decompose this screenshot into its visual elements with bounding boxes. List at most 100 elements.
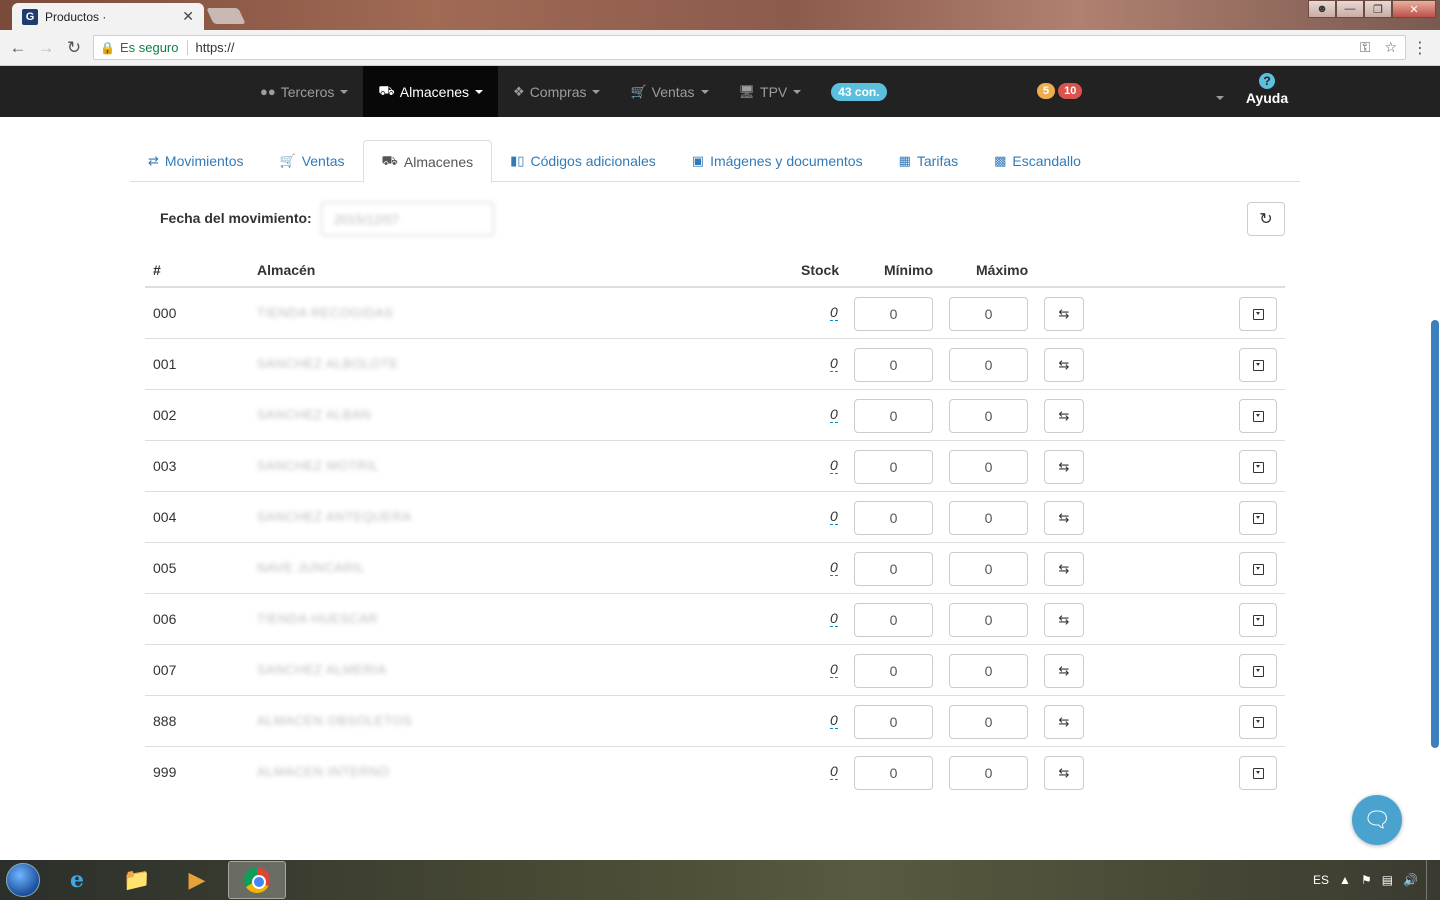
stock-value-link[interactable]: 0: [830, 763, 838, 780]
min-stock-input[interactable]: [854, 705, 933, 739]
details-button[interactable]: [1239, 297, 1277, 331]
max-stock-input[interactable]: [949, 705, 1028, 739]
max-stock-input[interactable]: [949, 603, 1028, 637]
tab-codigos-adicionales[interactable]: ▮▯ Códigos adicionales: [492, 140, 674, 182]
chat-button[interactable]: 🗨: [1352, 795, 1402, 845]
tab-ventas-label: Ventas: [301, 153, 345, 169]
stock-value-link[interactable]: 0: [830, 457, 838, 474]
max-stock-input[interactable]: [949, 501, 1028, 535]
min-stock-input[interactable]: [854, 654, 933, 688]
warning-badge[interactable]: 5: [1037, 83, 1056, 99]
nav-compras[interactable]: ❖ Compras: [498, 66, 615, 117]
taskbar-chrome[interactable]: [228, 861, 286, 899]
max-stock-input[interactable]: [949, 450, 1028, 484]
stock-value-link[interactable]: 0: [830, 508, 838, 525]
forward-arrow-icon[interactable]: →: [32, 38, 60, 58]
min-stock-input[interactable]: [854, 399, 933, 433]
danger-badge[interactable]: 10: [1058, 83, 1083, 99]
sync-stock-button[interactable]: ⇆: [1044, 552, 1084, 586]
details-button[interactable]: [1239, 603, 1277, 637]
min-stock-input[interactable]: [854, 297, 933, 331]
details-button[interactable]: [1239, 705, 1277, 739]
minimize-icon[interactable]: —: [1336, 0, 1364, 18]
nav-ventas[interactable]: 🛒 Ventas: [615, 66, 723, 117]
browser-tab[interactable]: G Productos · ✕: [12, 3, 204, 30]
page-scrollbar[interactable]: [1431, 320, 1439, 748]
sync-stock-button[interactable]: ⇆: [1044, 450, 1084, 484]
nav-tpv[interactable]: 🖥 TPV: [724, 66, 817, 117]
details-button[interactable]: [1239, 348, 1277, 382]
details-button[interactable]: [1239, 756, 1277, 790]
sync-stock-button[interactable]: ⇆: [1044, 756, 1084, 790]
volume-icon[interactable]: 🔊: [1403, 873, 1418, 887]
close-tab-icon[interactable]: ✕: [182, 8, 194, 25]
stock-value-link[interactable]: 0: [830, 661, 838, 678]
stock-value-link[interactable]: 0: [830, 355, 838, 372]
min-stock-input[interactable]: [854, 552, 933, 586]
max-stock-input[interactable]: [949, 756, 1028, 790]
tab-escandallo[interactable]: ▩ Escandallo: [976, 140, 1099, 182]
stock-value-link[interactable]: 0: [830, 559, 838, 576]
max-stock-input[interactable]: [949, 552, 1028, 586]
min-stock-input[interactable]: [854, 450, 933, 484]
restore-icon[interactable]: ❐: [1364, 0, 1392, 18]
barcode-icon: ▮▯: [510, 153, 525, 168]
close-window-icon[interactable]: ✕: [1392, 0, 1436, 18]
min-stock-input[interactable]: [854, 501, 933, 535]
sync-stock-button[interactable]: ⇆: [1044, 399, 1084, 433]
show-desktop-button[interactable]: [1426, 860, 1440, 900]
min-stock-input[interactable]: [854, 756, 933, 790]
taskbar-ie[interactable]: e: [48, 861, 106, 899]
details-button[interactable]: [1239, 450, 1277, 484]
min-stock-input[interactable]: [854, 603, 933, 637]
sync-stock-button[interactable]: ⇆: [1044, 348, 1084, 382]
start-button[interactable]: [0, 860, 46, 900]
date-input[interactable]: [321, 202, 494, 236]
notifications[interactable]: 5 10: [1037, 83, 1083, 99]
tray-expand-icon[interactable]: ▲: [1339, 873, 1351, 887]
details-button[interactable]: [1239, 399, 1277, 433]
tab-imagenes-documentos[interactable]: ▣ Imágenes y documentos: [674, 140, 881, 182]
tab-almacenes[interactable]: ⛟ Almacenes: [362, 140, 493, 183]
min-stock-input[interactable]: [854, 348, 933, 382]
browser-menu-icon[interactable]: ⋮: [1412, 38, 1428, 58]
reload-icon[interactable]: ↻: [60, 38, 88, 58]
back-arrow-icon[interactable]: ←: [4, 38, 32, 58]
nav-terceros[interactable]: ●● Terceros: [245, 66, 363, 117]
stock-value-link[interactable]: 0: [830, 712, 838, 729]
max-stock-input[interactable]: [949, 297, 1028, 331]
max-stock-input[interactable]: [949, 654, 1028, 688]
tab-escandallo-label: Escandallo: [1012, 153, 1081, 169]
url-field[interactable]: 🔒 Es seguro https:// ⚿ ☆: [93, 35, 1406, 60]
refresh-button[interactable]: ↻: [1247, 202, 1285, 236]
sync-stock-button[interactable]: ⇆: [1044, 654, 1084, 688]
details-button[interactable]: [1239, 501, 1277, 535]
stock-value-link[interactable]: 0: [830, 304, 838, 321]
key-icon[interactable]: ⚿: [1360, 39, 1371, 56]
max-stock-input[interactable]: [949, 399, 1028, 433]
max-stock-input[interactable]: [949, 348, 1028, 382]
sync-stock-button[interactable]: ⇆: [1044, 501, 1084, 535]
user-menu-caret[interactable]: [1210, 89, 1224, 105]
details-button[interactable]: [1239, 654, 1277, 688]
sync-stock-button[interactable]: ⇆: [1044, 603, 1084, 637]
sync-stock-button[interactable]: ⇆: [1044, 705, 1084, 739]
taskbar-explorer[interactable]: 📁: [108, 861, 166, 899]
star-icon[interactable]: ☆: [1384, 39, 1397, 56]
network-icon[interactable]: ▤: [1382, 873, 1393, 887]
taskbar-media[interactable]: ▶: [168, 861, 226, 899]
action-center-icon[interactable]: ⚑: [1361, 873, 1372, 887]
tab-tarifas[interactable]: ▦ Tarifas: [881, 140, 977, 182]
help-button[interactable]: ? Ayuda: [1245, 71, 1289, 106]
sync-stock-button[interactable]: ⇆: [1044, 297, 1084, 331]
tab-ventas[interactable]: 🛒 Ventas: [262, 140, 363, 182]
language-indicator[interactable]: ES: [1313, 873, 1329, 887]
new-tab-button[interactable]: [206, 8, 246, 24]
user-profile-icon[interactable]: ☻: [1308, 0, 1336, 18]
nav-almacenes[interactable]: ⛟ Almacenes: [363, 66, 499, 117]
stock-value-link[interactable]: 0: [830, 406, 838, 423]
nav-connections[interactable]: 43 con.: [816, 66, 901, 117]
details-button[interactable]: [1239, 552, 1277, 586]
tab-movimientos[interactable]: ⇄ Movimientos: [130, 140, 262, 182]
stock-value-link[interactable]: 0: [830, 610, 838, 627]
